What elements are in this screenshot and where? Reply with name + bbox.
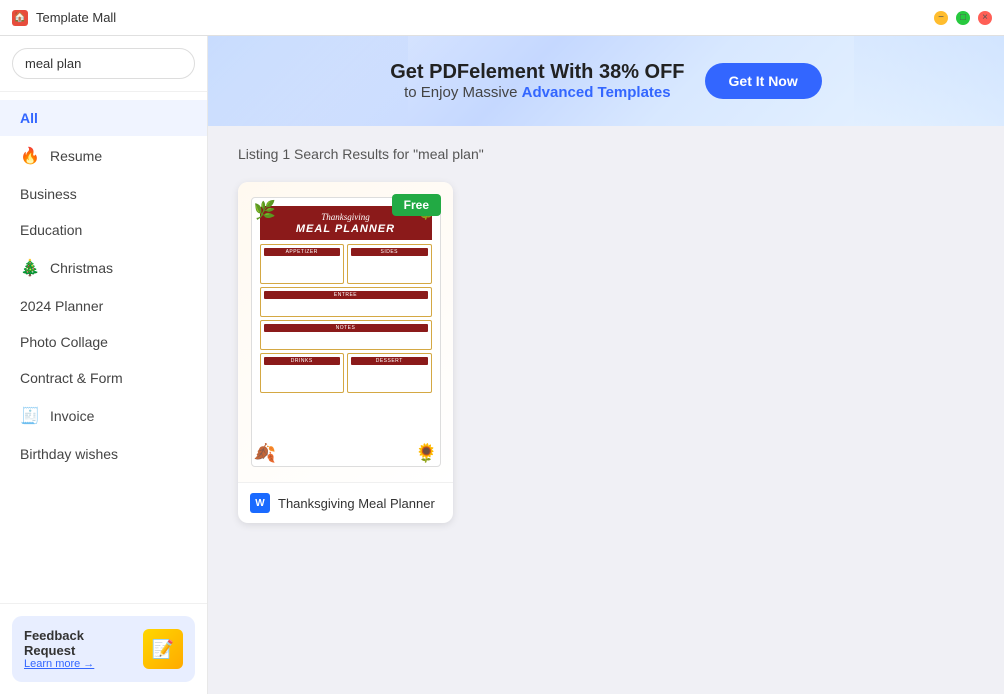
sidebar-nav: All 🔥 Resume Business Education 🎄 Christ… (0, 92, 207, 603)
search-input[interactable] (25, 56, 201, 71)
sidebar-item-contract-form[interactable]: Contract & Form (0, 360, 207, 396)
app-title: Template Mall (36, 10, 116, 25)
title-bar-left: 🏠 Template Mall (12, 10, 116, 26)
banner-text: Get PDFelement With 38% OFF to Enjoy Mas… (390, 61, 684, 101)
birthday-wishes-label: Birthday wishes (20, 446, 118, 462)
sidebar-item-education[interactable]: Education (0, 212, 207, 248)
mp-sides-label: SIDES (351, 248, 428, 256)
education-label: Education (20, 222, 82, 238)
fire-icon: 🔥 (20, 146, 40, 166)
mp-entree: ENTREE (260, 287, 432, 317)
mp-entree-label: ENTREE (264, 291, 428, 299)
mp-header-line2: MEAL PLANNER (264, 223, 428, 236)
sidebar: 🔍 All 🔥 Resume Business Education 🎄 Chri… (0, 36, 208, 694)
doc-type-letter: W (255, 498, 264, 509)
sidebar-footer: Feedback Request Learn more → 📝 (0, 603, 207, 694)
sidebar-item-birthday-wishes[interactable]: Birthday wishes (0, 436, 207, 472)
feedback-image: 📝 (143, 629, 183, 669)
results-header: Listing 1 Search Results for "meal plan" (238, 146, 974, 162)
floral-tl: 🌿 (254, 200, 276, 221)
christmas-icon: 🎄 (20, 258, 40, 278)
mp-sides: SIDES (347, 244, 432, 284)
feedback-text: Feedback Request Learn more → (24, 628, 135, 670)
planner-label: 2024 Planner (20, 298, 103, 314)
search-box[interactable]: 🔍 (12, 48, 195, 79)
feedback-link[interactable]: Learn more → (24, 658, 135, 670)
mp-notes-label: NOTES (264, 324, 428, 332)
app-icon: 🏠 (12, 10, 28, 26)
template-card[interactable]: 🌿 🌻 🍂 🌻 Thanksgiving MEAL PLANNER (238, 182, 453, 523)
close-button[interactable]: × (978, 11, 992, 25)
mp-dessert-label: DESSERT (351, 357, 428, 365)
contract-form-label: Contract & Form (20, 370, 123, 386)
business-label: Business (20, 186, 77, 202)
mp-top-grid: APPETIZER SIDES (260, 244, 432, 284)
banner-deco-right (854, 36, 1004, 126)
sidebar-item-resume[interactable]: 🔥 Resume (0, 136, 207, 176)
sidebar-item-planner[interactable]: 2024 Planner (0, 288, 207, 324)
sidebar-item-business[interactable]: Business (0, 176, 207, 212)
minimize-button[interactable]: − (934, 11, 948, 25)
banner-line2-text: to Enjoy Massive (404, 84, 522, 101)
promo-banner: Get PDFelement With 38% OFF to Enjoy Mas… (208, 36, 1004, 126)
banner-deco-left (208, 36, 408, 126)
mp-drinks: DRINKS (260, 353, 345, 393)
maximize-button[interactable]: □ (956, 11, 970, 25)
sidebar-header: 🔍 (0, 36, 207, 92)
title-bar: 🏠 Template Mall − □ × (0, 0, 1004, 36)
meal-planner-preview: 🌿 🌻 🍂 🌻 Thanksgiving MEAL PLANNER (251, 197, 441, 467)
free-badge: Free (392, 194, 441, 216)
all-label: All (20, 110, 38, 126)
card-title: Thanksgiving Meal Planner (278, 496, 435, 511)
invoice-icon: 🧾 (20, 406, 40, 426)
feedback-card[interactable]: Feedback Request Learn more → 📝 (12, 616, 195, 682)
sidebar-item-all[interactable]: All (0, 100, 207, 136)
mp-appetizer: APPETIZER (260, 244, 345, 284)
mp-drinks-label: DRINKS (264, 357, 341, 365)
card-image: 🌿 🌻 🍂 🌻 Thanksgiving MEAL PLANNER (238, 182, 453, 482)
sidebar-item-christmas[interactable]: 🎄 Christmas (0, 248, 207, 288)
sidebar-item-photo-collage[interactable]: Photo Collage (0, 324, 207, 360)
banner-line2: to Enjoy Massive Advanced Templates (390, 84, 684, 101)
sidebar-item-invoice[interactable]: 🧾 Invoice (0, 396, 207, 436)
window-controls: − □ × (934, 11, 992, 25)
card-type-icon: W (250, 493, 270, 513)
banner-line2-highlight: Advanced Templates (522, 84, 671, 101)
content-area: Get PDFelement With 38% OFF to Enjoy Mas… (208, 36, 1004, 694)
invoice-label: Invoice (50, 408, 94, 424)
banner-line1: Get PDFelement With 38% OFF (390, 61, 684, 84)
main-layout: 🔍 All 🔥 Resume Business Education 🎄 Chri… (0, 36, 1004, 694)
resume-label: Resume (50, 148, 102, 164)
mp-bottom-grid: DRINKS DESSERT (260, 353, 432, 393)
results-grid: 🌿 🌻 🍂 🌻 Thanksgiving MEAL PLANNER (238, 182, 974, 523)
mp-dessert: DESSERT (347, 353, 432, 393)
mp-appetizer-label: APPETIZER (264, 248, 341, 256)
photo-collage-label: Photo Collage (20, 334, 108, 350)
mp-notes: NOTES (260, 320, 432, 350)
floral-bl: 🍂 (254, 443, 276, 464)
get-it-now-button[interactable]: Get It Now (705, 63, 822, 99)
card-footer: W Thanksgiving Meal Planner (238, 482, 453, 523)
results-area: Listing 1 Search Results for "meal plan"… (208, 126, 1004, 694)
floral-br: 🌻 (415, 443, 437, 464)
feedback-title: Feedback Request (24, 628, 135, 658)
christmas-label: Christmas (50, 260, 113, 276)
card-image-wrapper: 🌿 🌻 🍂 🌻 Thanksgiving MEAL PLANNER (238, 182, 453, 482)
